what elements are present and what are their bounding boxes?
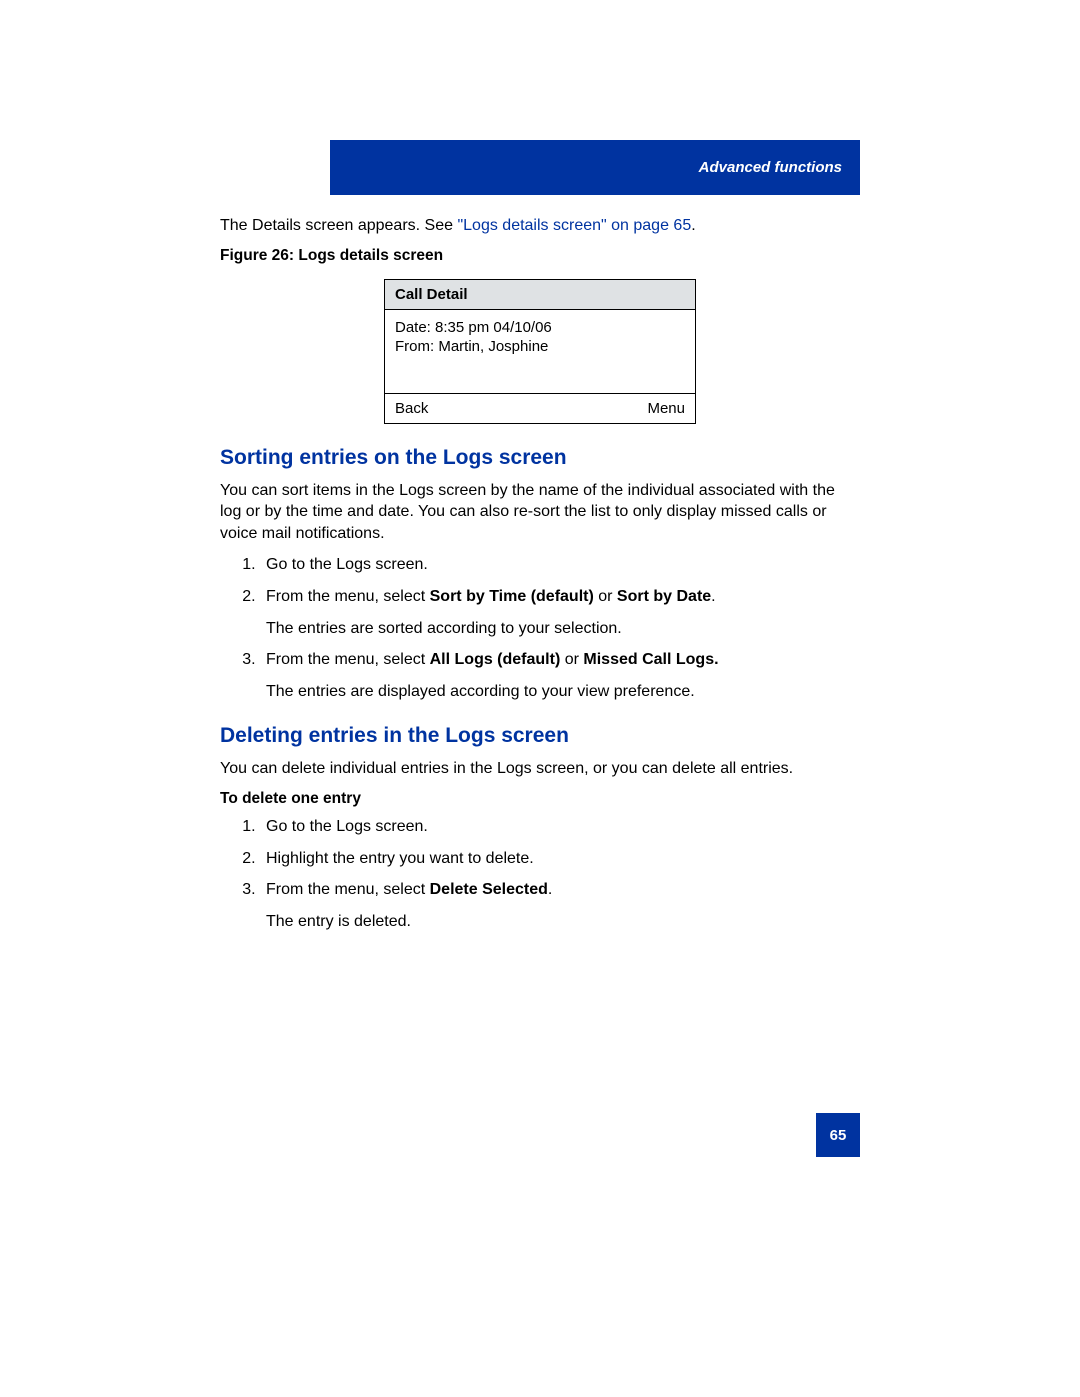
step-bold: Sort by Date — [617, 588, 711, 605]
step-bold: Sort by Time (default) — [430, 588, 594, 605]
phone-softkeys: Back Menu — [385, 393, 695, 423]
section-heading-deleting: Deleting entries in the Logs screen — [220, 724, 860, 748]
page-content: The Details screen appears. See "Logs de… — [220, 215, 860, 946]
step-pre: From the menu, select — [266, 881, 430, 898]
step-post: . — [711, 588, 715, 605]
cross-reference-link[interactable]: "Logs details screen" on page 65 — [457, 217, 691, 234]
figure-caption: Figure 26: Logs details screen — [220, 247, 860, 265]
document-page: Advanced functions The Details screen ap… — [0, 0, 1080, 1397]
intro-paragraph: The Details screen appears. See "Logs de… — [220, 215, 860, 237]
softkey-back: Back — [395, 400, 428, 417]
phone-title: Call Detail — [385, 280, 695, 310]
intro-post: . — [691, 217, 695, 234]
intro-pre: The Details screen appears. See — [220, 217, 457, 234]
step-or: or — [560, 651, 583, 668]
header-bar: Advanced functions — [330, 140, 860, 195]
sub-heading: To delete one entry — [220, 790, 860, 808]
section-heading-sorting: Sorting entries on the Logs screen — [220, 446, 860, 470]
section2-intro: You can delete individual entries in the… — [220, 758, 860, 780]
page-number: 65 — [816, 1113, 860, 1157]
list-item: From the menu, select Sort by Time (defa… — [260, 586, 860, 639]
list-item: Highlight the entry you want to delete. — [260, 848, 860, 870]
phone-body: Date: 8:35 pm 04/10/06 From: Martin, Jos… — [385, 310, 695, 393]
step-result: The entries are sorted according to your… — [266, 618, 860, 640]
step-bold: All Logs (default) — [430, 651, 561, 668]
list-item: Go to the Logs screen. — [260, 816, 860, 838]
delete-steps: Go to the Logs screen. Highlight the ent… — [220, 816, 860, 932]
step-text: Highlight the entry you want to delete. — [266, 850, 534, 867]
step-or: or — [594, 588, 617, 605]
page-number-value: 65 — [830, 1127, 847, 1144]
step-bold: Missed Call Logs. — [583, 651, 718, 668]
phone-line-from: From: Martin, Josphine — [395, 337, 685, 357]
list-item: From the menu, select Delete Selected. T… — [260, 879, 860, 932]
step-result: The entry is deleted. — [266, 911, 860, 933]
phone-screenshot: Call Detail Date: 8:35 pm 04/10/06 From:… — [384, 279, 696, 424]
step-post: . — [548, 881, 552, 898]
phone-line-date: Date: 8:35 pm 04/10/06 — [395, 318, 685, 338]
header-title: Advanced functions — [699, 159, 842, 176]
step-pre: From the menu, select — [266, 651, 430, 668]
sorting-steps: Go to the Logs screen. From the menu, se… — [220, 554, 860, 702]
list-item: From the menu, select All Logs (default)… — [260, 649, 860, 702]
step-text: Go to the Logs screen. — [266, 818, 428, 835]
section1-intro: You can sort items in the Logs screen by… — [220, 480, 860, 545]
step-bold: Delete Selected — [430, 881, 548, 898]
softkey-menu: Menu — [647, 400, 685, 417]
step-result: The entries are displayed according to y… — [266, 681, 860, 703]
list-item: Go to the Logs screen. — [260, 554, 860, 576]
step-pre: From the menu, select — [266, 588, 430, 605]
step-text: Go to the Logs screen. — [266, 556, 428, 573]
